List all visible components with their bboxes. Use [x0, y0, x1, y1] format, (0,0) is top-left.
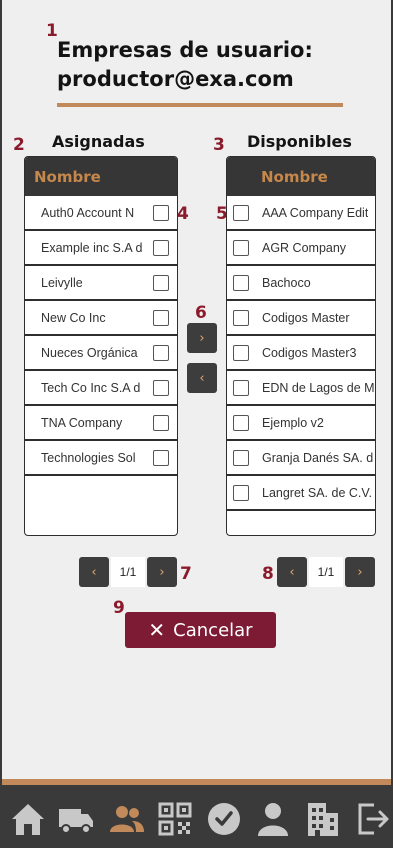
list-item[interactable]: Example inc S.A d [25, 231, 177, 266]
list-item[interactable]: New Co Inc [25, 301, 177, 336]
list-item-label: Technologies Sol [41, 450, 136, 465]
close-icon: ✕ [148, 618, 166, 642]
list-item[interactable]: Technologies Sol [25, 441, 177, 476]
available-column-header: Nombre [227, 157, 375, 196]
checkbox[interactable] [233, 379, 249, 396]
qr-code-icon[interactable] [155, 799, 195, 839]
list-item-label: Tech Co Inc S.A d [41, 380, 141, 395]
available-column-label: Nombre [261, 167, 328, 186]
list-item[interactable]: Langret SA. de C.V. [227, 476, 375, 511]
assigned-page-indicator: 1/1 [111, 557, 145, 587]
checkbox[interactable] [153, 274, 169, 291]
home-icon[interactable] [8, 799, 48, 839]
marker-8: 8 [262, 564, 274, 584]
checkbox[interactable] [233, 309, 249, 326]
checkbox[interactable] [233, 204, 249, 221]
page-title-line1: Empresas de usuario: [57, 38, 313, 62]
checkbox[interactable] [153, 379, 169, 396]
list-item-label: AAA Company Edit [262, 205, 369, 220]
check-circle-icon[interactable] [204, 799, 244, 839]
users-icon[interactable] [106, 799, 146, 839]
list-item-label: Leivylle [41, 275, 83, 290]
list-item-label: Codigos Master [262, 310, 350, 325]
list-item[interactable]: Auth0 Account N [25, 196, 177, 231]
checkbox[interactable] [233, 449, 249, 466]
list-item-label: Granja Danés SA. d [262, 450, 374, 465]
list-item[interactable]: AAA Company Edit [227, 196, 375, 231]
available-next-page-button[interactable]: › [345, 557, 375, 587]
available-prev-page-button[interactable]: ‹ [277, 557, 307, 587]
logout-icon[interactable] [352, 799, 392, 839]
page-title-line2: productor@exa.com [57, 67, 294, 91]
assigned-prev-page-button[interactable]: ‹ [79, 557, 109, 587]
list-item[interactable]: EDN de Lagos de M [227, 371, 375, 406]
list-item-label: EDN de Lagos de M [262, 380, 375, 395]
assigned-column-label: Nombre [34, 167, 101, 186]
list-item-label: Codigos Master3 [262, 345, 357, 360]
title-divider [57, 103, 343, 107]
list-item-label: Auth0 Account N [41, 205, 135, 220]
checkbox[interactable] [153, 414, 169, 431]
checkbox[interactable] [153, 239, 169, 256]
checkbox[interactable] [233, 274, 249, 291]
chevron-left-icon: ‹ [199, 370, 205, 386]
checkbox[interactable] [153, 344, 169, 361]
cancel-button[interactable]: ✕ Cancelar [125, 612, 276, 648]
cancel-button-label: Cancelar [173, 619, 253, 641]
list-item[interactable]: Bachoco [227, 266, 375, 301]
list-item-label: Ejemplo v2 [262, 415, 324, 430]
page-title: Empresas de usuario: productor@exa.com [57, 36, 357, 94]
marker-4: 4 [177, 204, 189, 224]
marker-6: 6 [195, 303, 207, 323]
list-item[interactable]: Ejemplo v2 [227, 406, 375, 441]
list-item-label: Bachoco [262, 275, 311, 290]
available-page-indicator: 1/1 [309, 557, 343, 587]
building-icon[interactable] [302, 799, 342, 839]
move-to-available-button[interactable]: › [187, 323, 217, 353]
assigned-next-page-button[interactable]: › [147, 557, 177, 587]
list-item[interactable]: Leivylle [25, 266, 177, 301]
list-item-label: Example inc S.A d [41, 240, 143, 255]
assigned-column-header: Nombre [25, 157, 177, 196]
marker-3: 3 [213, 135, 225, 155]
list-item-label: AGR Company [262, 240, 347, 255]
assigned-heading: Asignadas [52, 132, 145, 151]
move-to-assigned-button[interactable]: ‹ [187, 363, 217, 393]
list-item-label: New Co Inc [41, 310, 106, 325]
checkbox[interactable] [233, 484, 249, 501]
list-item[interactable]: AGR Company [227, 231, 375, 266]
list-item-label: Langret SA. de C.V. [262, 485, 373, 500]
list-item[interactable]: TNA Company [25, 406, 177, 441]
chevron-left-icon: ‹ [91, 564, 97, 580]
user-icon[interactable] [253, 799, 293, 839]
checkbox[interactable] [233, 414, 249, 431]
marker-9: 9 [113, 598, 125, 618]
list-item[interactable]: Codigos Master3 [227, 336, 375, 371]
available-heading: Disponibles [247, 132, 352, 151]
list-item[interactable]: Codigos Master [227, 301, 375, 336]
list-item[interactable]: Nueces Orgánica [25, 336, 177, 371]
list-item-label: TNA Company [41, 415, 123, 430]
marker-7: 7 [180, 564, 192, 584]
checkbox[interactable] [153, 309, 169, 326]
list-item[interactable]: Tech Co Inc S.A d [25, 371, 177, 406]
marker-2: 2 [13, 135, 25, 155]
list-item-label: Nueces Orgánica [41, 345, 138, 360]
checkbox[interactable] [153, 204, 169, 221]
checkbox[interactable] [233, 239, 249, 256]
chevron-right-icon: › [199, 330, 205, 346]
list-item[interactable]: Granja Danés SA. d [227, 441, 375, 476]
available-list: Nombre AAA Company Edit AGR Company Bach… [226, 156, 376, 536]
assigned-list: Nombre Auth0 Account N Example inc S.A d… [24, 156, 178, 536]
checkbox[interactable] [153, 449, 169, 466]
chevron-right-icon: › [357, 564, 363, 580]
truck-icon[interactable] [56, 799, 96, 839]
checkbox[interactable] [233, 344, 249, 361]
bottom-nav [2, 779, 391, 848]
chevron-left-icon: ‹ [289, 564, 295, 580]
chevron-right-icon: › [159, 564, 165, 580]
